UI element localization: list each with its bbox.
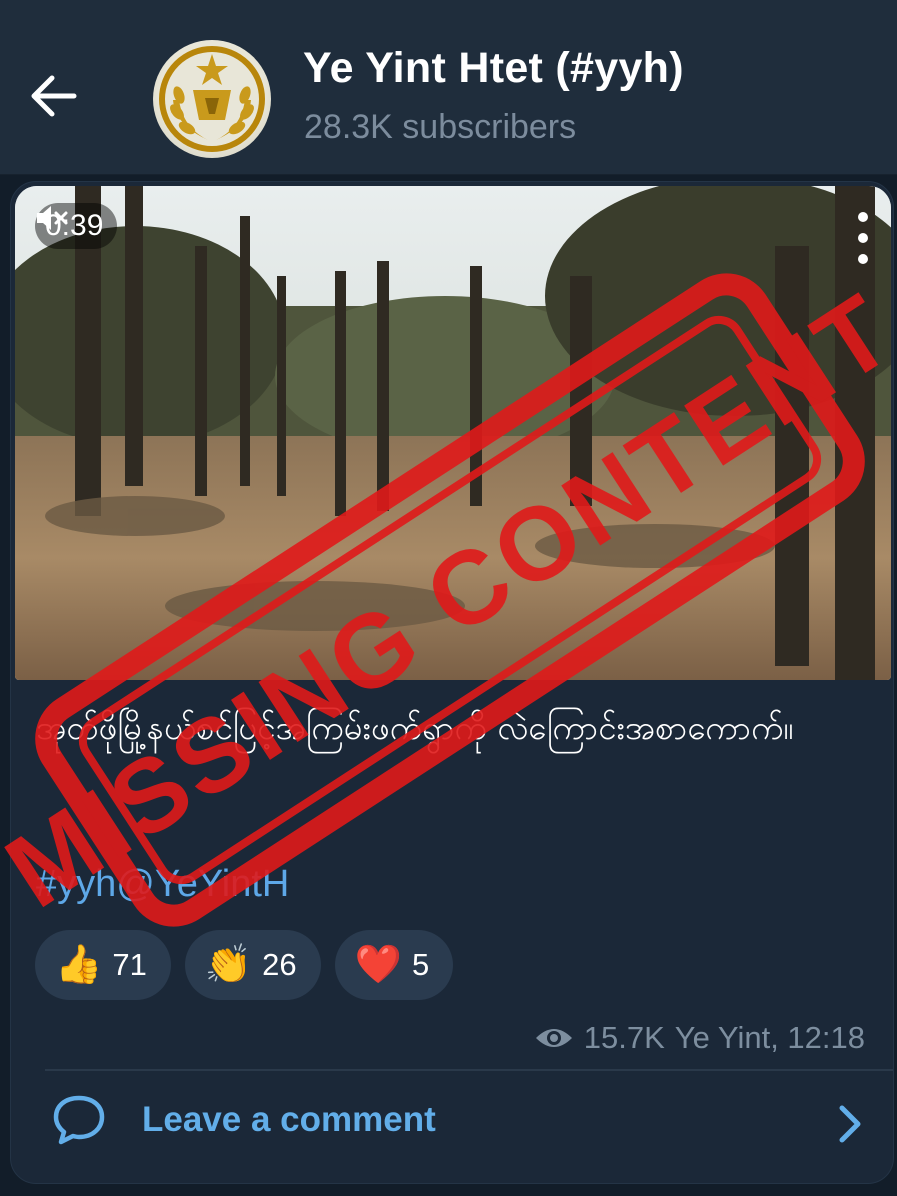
video-menu-button[interactable] [853,212,873,264]
channel-avatar[interactable] [153,40,271,158]
reaction-thumbs-up[interactable]: 👍 71 [35,930,171,1000]
leave-comment-button[interactable]: Leave a comment [11,1072,893,1183]
video-frame [15,186,891,680]
channel-header: Ye Yint Htet (#yyh) 28.3K subscribers [0,0,897,175]
reaction-count: 5 [411,947,430,982]
leave-comment-label: Leave a comment [142,1100,436,1139]
subscriber-count: 28.3K subscribers [304,108,577,146]
thumbs-up-icon: 👍 [55,944,103,986]
video-player[interactable]: 0:39 [15,186,891,680]
author-time: Ye Yint, 12:18 [674,1020,865,1055]
reaction-count: 26 [262,947,297,982]
clapping-hands-icon: 👏 [204,944,253,986]
channel-post: 0:39 အုတ်ဖိုမြို့နယ်စင်ပြင့်အကြမ်းဖက်ရွာ… [10,181,894,1184]
reaction-count: 71 [112,947,147,982]
heart-icon: ❤️ [354,944,402,986]
post-caption: အုတ်ဖိုမြို့နယ်စင်ပြင့်အကြမ်းဖက်ရွာကို လ… [36,708,794,747]
menu-dot-icon [858,233,868,243]
post-meta: 15.7K Ye Yint, 12:18 [534,1020,865,1056]
back-button[interactable] [22,60,84,132]
reactions-row: 👍 71 👏 26 ❤️ 5 [35,930,454,1000]
eye-icon [535,1029,572,1047]
chevron-right-icon [839,1105,861,1143]
divider [45,1069,893,1071]
comment-bubble-icon [53,1095,105,1145]
channel-title[interactable]: Ye Yint Htet (#yyh) [303,44,684,93]
menu-dot-icon [858,254,868,264]
reaction-clapping[interactable]: 👏 26 [184,930,321,1000]
muted-speaker-icon [37,206,68,230]
hashtag-link[interactable]: #yyh@YeYintH [36,863,289,906]
view-count: 15.7K [583,1020,665,1055]
arrow-left-icon [31,75,77,117]
menu-dot-icon [858,212,868,222]
reaction-heart[interactable]: ❤️ 5 [334,930,454,1000]
military-emblem-icon [159,46,265,152]
video-duration-badge[interactable]: 0:39 [35,203,118,249]
